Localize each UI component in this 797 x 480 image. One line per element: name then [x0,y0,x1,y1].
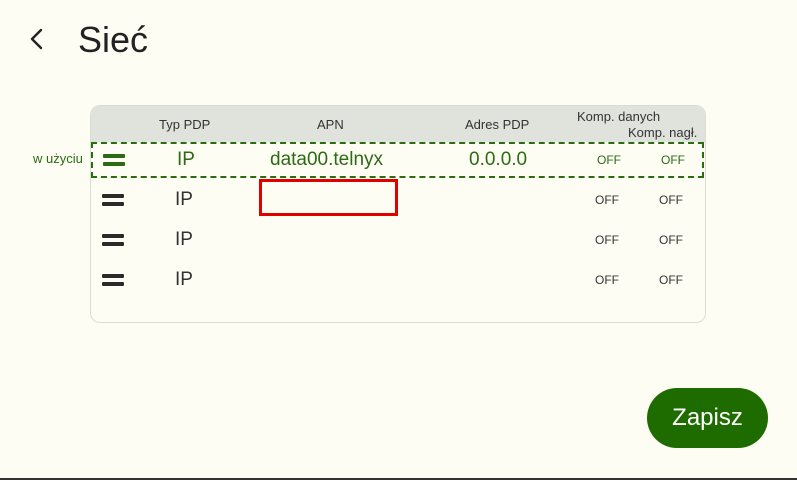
data-compression-cell[interactable]: OFF [595,273,619,287]
header-compression-cell[interactable]: OFF [659,193,683,207]
data-compression-cell[interactable]: OFF [597,153,621,167]
drag-handle-icon[interactable] [102,194,124,206]
pdp-type-cell: IP [175,229,193,250]
table-row[interactable]: IP OFF OFF [91,182,705,218]
data-compression-cell[interactable]: OFF [595,193,619,207]
column-header-apn: APN [317,117,344,132]
table-header: Typ PDP APN Adres PDP Komp. danych Komp.… [91,106,705,142]
pdp-type-cell: IP [175,189,193,210]
column-header-header-compression: Komp. nagł. [628,125,698,140]
drag-handle-icon[interactable] [102,234,124,246]
save-button[interactable]: Zapisz [647,388,768,448]
table-row[interactable]: IP data00.telnyx 0.0.0.0 OFF OFF [91,142,704,178]
apn-cell: data00.telnyx [270,149,384,170]
pdp-type-cell: IP [175,269,193,290]
in-use-label: w użyciu [33,151,83,166]
drag-handle-icon[interactable] [102,274,124,286]
apn-input-field[interactable] [259,179,398,216]
header-compression-cell[interactable]: OFF [659,233,683,247]
column-header-pdp-address: Adres PDP [465,117,530,132]
chevron-left-icon [30,28,43,50]
data-compression-cell[interactable]: OFF [595,233,619,247]
table-row[interactable]: IP OFF OFF [91,262,705,298]
header-compression-cell[interactable]: OFF [659,273,683,287]
back-button[interactable] [24,24,52,54]
header-compression-cell[interactable]: OFF [661,153,685,167]
pdp-address-cell: 0.0.0.0 [469,149,528,170]
table-row[interactable]: IP OFF OFF [91,222,705,258]
column-header-pdp-type: Typ PDP [159,117,211,132]
drag-handle-icon[interactable] [103,154,125,166]
pdp-type-cell: IP [177,149,195,170]
page-title: Sieć [78,19,149,60]
column-header-data-compression: Komp. danych [577,109,661,124]
